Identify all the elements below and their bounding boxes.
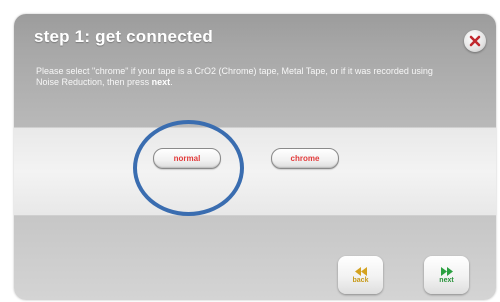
chrome-option-button[interactable]: chrome xyxy=(271,148,339,169)
dialog-title: step 1: get connected xyxy=(34,27,213,46)
dialog-panel: step 1: get connected Please select "chr… xyxy=(14,14,496,300)
back-label: back xyxy=(352,276,369,284)
back-button[interactable]: back xyxy=(338,256,383,294)
instructions-text: Please select "chrome" if your tape is a… xyxy=(36,66,433,87)
rewind-icon xyxy=(354,266,367,276)
options-band xyxy=(14,127,496,216)
fast-forward-icon xyxy=(440,266,453,276)
next-label: next xyxy=(439,276,454,284)
close-button[interactable] xyxy=(464,30,486,52)
close-icon xyxy=(469,35,481,47)
normal-option-button[interactable]: normal xyxy=(153,148,221,169)
next-button[interactable]: next xyxy=(424,256,469,294)
next-emphasis: next xyxy=(151,77,171,87)
